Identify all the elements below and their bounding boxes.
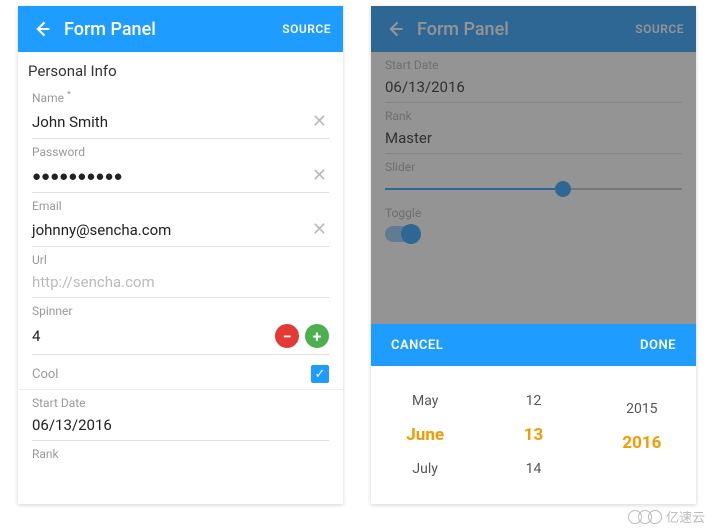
done-button[interactable]: DONE [640,338,676,353]
url-placeholder: http://sencha.com [32,273,329,291]
clear-icon[interactable]: ✕ [310,111,329,132]
date-picker[interactable]: May June July 12 13 14 2015 2016 [371,366,696,504]
url-label: Url [32,253,329,267]
cool-label: Cool [32,367,311,382]
spinner-minus-button[interactable]: − [275,324,299,348]
email-label: Email [32,199,329,213]
picker-month-column[interactable]: May June July [371,366,479,504]
start-date-value: 06/13/2016 [32,416,329,434]
name-label: Name * [32,90,329,105]
name-field[interactable]: Name * John Smith✕ [18,84,343,139]
password-field[interactable]: Password ●●●●●●●●●●✕ [18,139,343,193]
spinner-label: Spinner [32,304,329,318]
picker-day-next[interactable]: 14 [526,461,542,477]
password-value: ●●●●●●●●●● [32,167,310,185]
cool-checkbox[interactable]: ✓ [311,365,329,383]
clear-icon[interactable]: ✕ [310,165,329,186]
picker-month-selected[interactable]: June [406,425,444,445]
watermark-icon [632,510,662,524]
back-icon[interactable] [30,17,54,41]
cancel-button[interactable]: CANCEL [391,338,443,353]
header-title: Form Panel [64,19,282,40]
source-button[interactable]: SOURCE [282,22,331,36]
rank-field[interactable]: Rank [18,441,343,461]
form-panel-screen-1: Form Panel SOURCE Personal Info Name * J… [18,6,343,504]
picker-month-next[interactable]: July [412,461,437,477]
password-label: Password [32,145,329,159]
start-date-label: Start Date [32,396,329,410]
url-field[interactable]: Url http://sencha.com [18,247,343,298]
name-value: John Smith [32,113,310,131]
clear-icon[interactable]: ✕ [310,219,329,240]
picker-year-column[interactable]: 2015 2016 [588,366,696,504]
start-date-field[interactable]: Start Date 06/13/2016 [18,390,343,441]
section-title: Personal Info [18,52,343,84]
spinner-field[interactable]: Spinner 4 − + [18,298,343,355]
picker-year-prev[interactable]: 2015 [626,401,657,417]
rank-label: Rank [32,447,329,461]
picker-month-prev[interactable]: May [412,393,438,409]
spinner-value: 4 [32,327,269,345]
modal-overlay[interactable] [371,6,696,324]
picker-day-prev[interactable]: 12 [526,393,542,409]
picker-day-column[interactable]: 12 13 14 [479,366,587,504]
watermark: 亿速云 [632,507,705,526]
email-field[interactable]: Email johnny@sencha.com✕ [18,193,343,247]
picker-day-selected[interactable]: 13 [524,425,544,445]
spinner-plus-button[interactable]: + [305,324,329,348]
cool-field[interactable]: Cool ✓ [18,355,343,390]
picker-action-bar: CANCEL DONE [371,324,696,366]
app-header: Form Panel SOURCE [18,6,343,52]
email-value: johnny@sencha.com [32,221,310,239]
form-panel-screen-2: Form Panel SOURCE Start Date 06/13/2016 … [371,6,696,504]
watermark-text: 亿速云 [666,507,705,526]
picker-year-selected[interactable]: 2016 [622,433,661,453]
